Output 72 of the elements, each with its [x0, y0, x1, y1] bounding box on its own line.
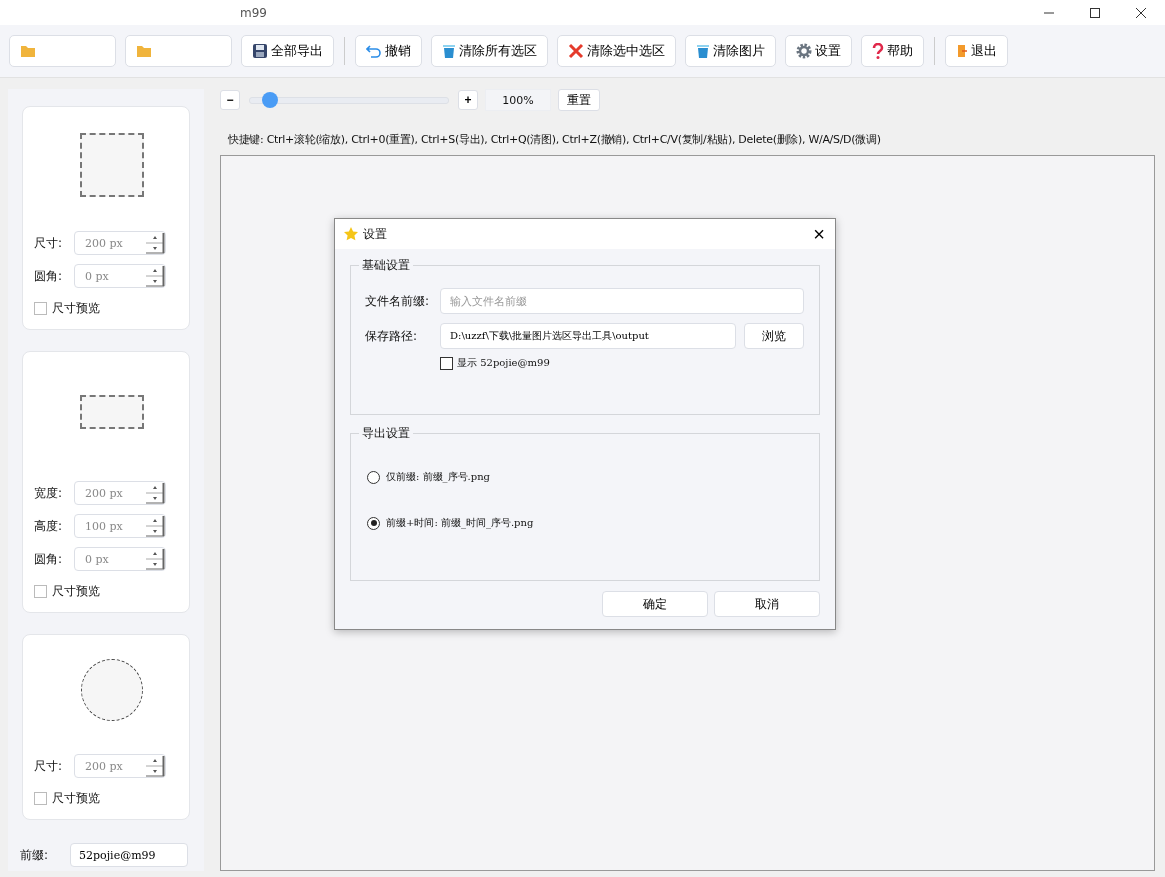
- checkbox-label: 显示 52pojie@m99: [457, 356, 550, 370]
- group-title: 基础设置: [359, 257, 413, 274]
- checkbox[interactable]: [34, 585, 47, 598]
- folder-icon: [136, 44, 152, 58]
- number-spinner[interactable]: 0 px: [74, 547, 166, 571]
- maximize-icon[interactable]: [1089, 6, 1101, 19]
- close-button[interactable]: ×: [803, 224, 835, 244]
- cross-icon: [568, 43, 584, 59]
- rectangle-shape[interactable]: [79, 395, 144, 429]
- field-label: 圆角:: [34, 267, 64, 285]
- zoom-reading: 100%: [485, 89, 551, 111]
- dialog-button[interactable]: 取消: [714, 591, 820, 617]
- spinner-arrows-icon[interactable]: [145, 232, 165, 254]
- toolbar-button[interactable]: 退出: [945, 35, 1008, 67]
- number-spinner[interactable]: 100 px: [74, 514, 166, 538]
- trash-icon: [442, 43, 456, 59]
- toolbar-button[interactable]: 清除图片: [685, 35, 776, 67]
- spinner-arrows-icon[interactable]: [145, 515, 165, 537]
- trash-icon: [696, 43, 710, 59]
- toolbar-button[interactable]: 撤销: [355, 35, 422, 67]
- undo-icon: [366, 44, 382, 58]
- checkbox-label: 尺寸预览: [52, 583, 100, 600]
- number-spinner[interactable]: 200 px: [74, 231, 166, 255]
- spinner-arrows-icon[interactable]: [145, 755, 165, 777]
- spinner-arrows-icon[interactable]: [145, 548, 165, 570]
- checkbox-label: 尺寸预览: [52, 790, 100, 807]
- square-shape[interactable]: [79, 132, 144, 197]
- field-label: 宽度:: [34, 484, 64, 502]
- checkbox[interactable]: [440, 356, 453, 370]
- spinner-arrows-icon[interactable]: [145, 265, 165, 287]
- checkbox[interactable]: [34, 302, 47, 315]
- toolbar-button[interactable]: 设置: [785, 35, 852, 67]
- radio-label: 前缀+时间: 前缀_时间_序号.png: [386, 516, 534, 530]
- close-icon[interactable]: [1135, 6, 1147, 19]
- dialog-title: 设置: [363, 225, 387, 243]
- folder-icon: [20, 44, 36, 58]
- field-label: 尺寸:: [34, 234, 64, 252]
- number-spinner[interactable]: 200 px: [74, 481, 166, 505]
- radio-label: 仅前缀: 前缀_序号.png: [386, 470, 490, 484]
- toolbar-button[interactable]: 清除选中选区: [557, 35, 676, 67]
- number-spinner[interactable]: 0 px: [74, 264, 166, 288]
- group-title: 导出设置: [359, 425, 413, 442]
- radio-button[interactable]: [367, 516, 380, 530]
- shortcut-hint: 快捷键: Ctrl+滚轮(缩放), Ctrl+0(重置), Ctrl+S(导出), Ctrl+Q(清图), Ctrl+Z(撤销), Ctrl+C/V(复制/粘贴), Delete(删除), W/A/S/D(微调): [228, 132, 882, 147]
- browse-button[interactable]: 浏览: [744, 323, 804, 349]
- star-icon: [343, 226, 359, 242]
- window-title: m99: [240, 5, 267, 20]
- zoom-out-button[interactable]: −: [220, 90, 240, 110]
- settings-icon: [796, 43, 812, 59]
- toolbar-button[interactable]: 全部导出: [241, 35, 334, 67]
- field-label: 尺寸:: [34, 757, 64, 775]
- zoom-in-button[interactable]: +: [458, 90, 478, 110]
- toolbar-button[interactable]: 帮助: [861, 35, 924, 67]
- field-label: 文件名前缀:: [365, 292, 431, 310]
- spinner-arrows-icon[interactable]: [145, 482, 165, 504]
- checkbox-label: 尺寸预览: [52, 300, 100, 317]
- number-spinner[interactable]: 200 px: [74, 754, 166, 778]
- toolbar-button[interactable]: 清除所有选区: [431, 35, 548, 67]
- prefix-field[interactable]: 52pojie@m99: [70, 843, 189, 867]
- prefix-input[interactable]: 输入文件名前缀: [440, 288, 804, 314]
- image-canvas[interactable]: 设置 × 基础设置 文件名前缀: 输入文件名前缀 保存路径: D:\uzzf\下载\批量图片选区导出工具\output 浏览 显示 52pojie@m99 导出设置 仅前缀: 前缀_序号.png 前缀+时间: 前缀_时间_序号.png 确定 取消: [220, 155, 1155, 871]
- reset-button[interactable]: 重置: [558, 89, 600, 111]
- field-label: 圆角:: [34, 550, 64, 568]
- prefix-label: 前缀:: [20, 846, 49, 864]
- path-input[interactable]: D:\uzzf\下载\批量图片选区导出工具\output: [440, 323, 736, 349]
- checkbox[interactable]: [34, 792, 47, 805]
- radio-button[interactable]: [367, 470, 380, 484]
- question-mark-icon: [872, 43, 884, 59]
- door-icon: [956, 44, 968, 58]
- dialog-button[interactable]: 确定: [602, 591, 708, 617]
- field-label: 高度:: [34, 517, 64, 535]
- field-label: 保存路径:: [365, 327, 419, 345]
